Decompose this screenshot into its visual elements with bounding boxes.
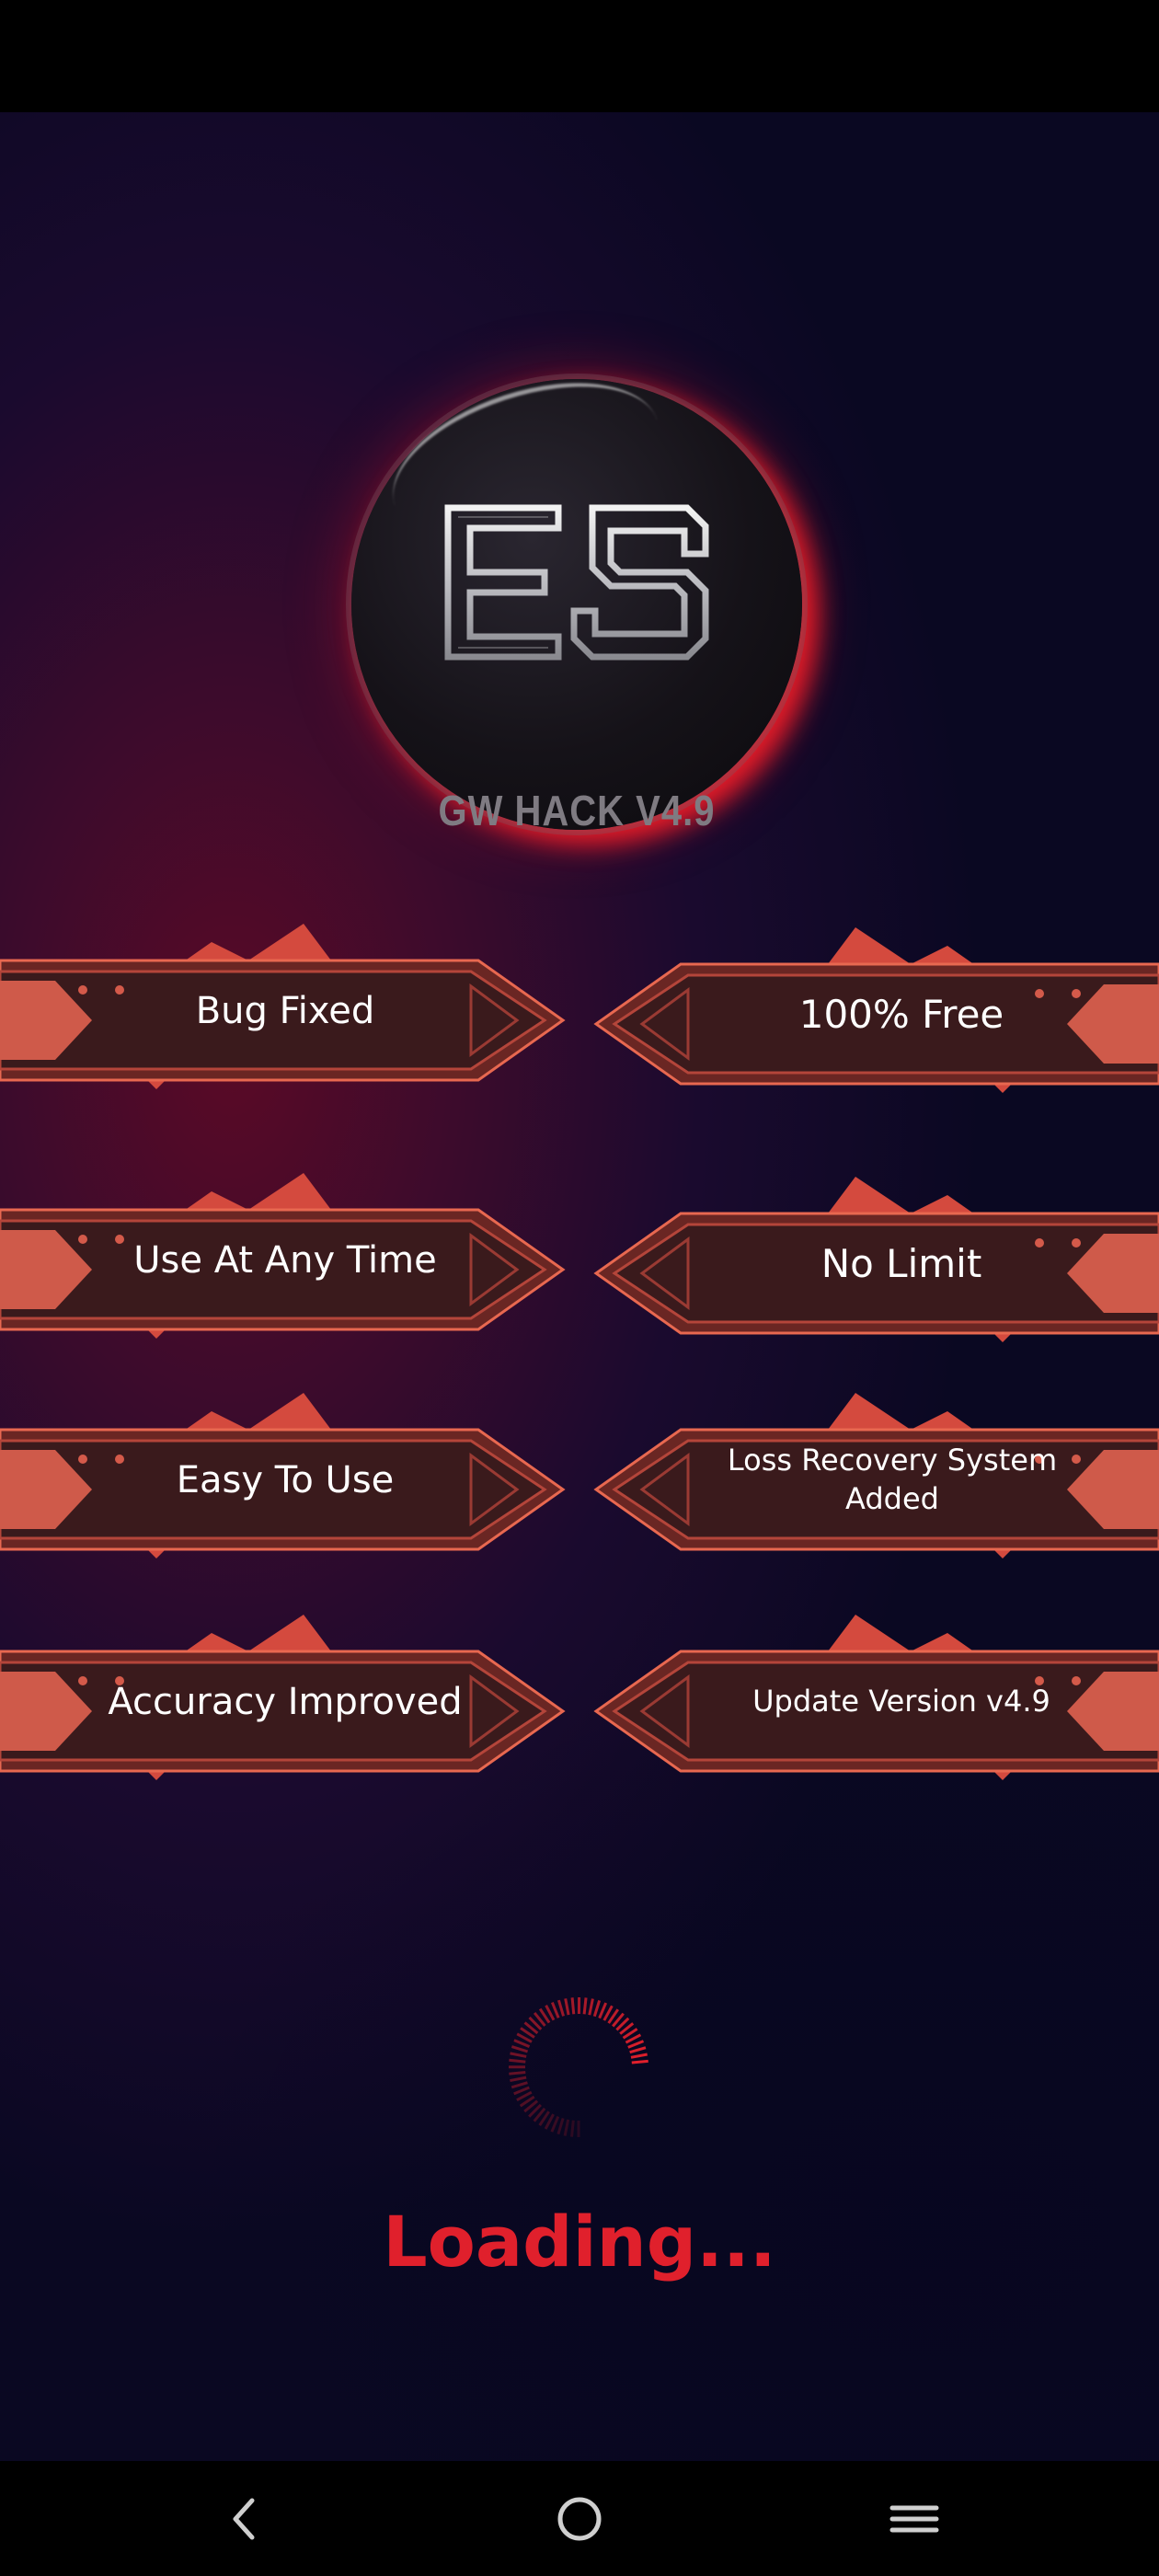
recents-button[interactable] xyxy=(850,2461,979,2576)
feature-label: No Limit xyxy=(820,1240,982,1286)
feature-label: Use At Any Time xyxy=(133,1239,437,1282)
es-monogram-icon xyxy=(444,504,709,661)
app-logo-subtitle: GW HACK V4.9 xyxy=(438,788,716,835)
recents-icon xyxy=(889,2505,939,2532)
feature-banner-loss-recovery: Loss Recovery System Added xyxy=(589,1374,1159,1586)
feature-banner-no-limit: No Limit xyxy=(589,1158,1159,1370)
back-button[interactable] xyxy=(180,2461,309,2576)
back-icon xyxy=(233,2498,255,2539)
feature-banner-easy-to-use: Easy To Use xyxy=(0,1374,570,1586)
feature-banner-use-any-time: Use At Any Time xyxy=(0,1155,570,1366)
feature-label: Update Version v4.9 xyxy=(752,1684,1050,1719)
feature-label: Loss Recovery System Added xyxy=(727,1443,1058,1516)
feature-label: Easy To Use xyxy=(176,1459,395,1501)
feature-banner-accuracy-improved: Accuracy Improved xyxy=(0,1596,570,1808)
splash-screen: GW HACK V4.9 Bug Fixed Use At Any Time E… xyxy=(0,112,1159,2461)
feature-label: 100% Free xyxy=(798,991,1004,1037)
feature-banner-free: 100% Free xyxy=(589,909,1159,1121)
feature-label: Bug Fixed xyxy=(195,990,375,1032)
feature-banner-bug-fixed: Bug Fixed xyxy=(0,905,570,1117)
app-logo: GW HACK V4.9 xyxy=(351,379,802,834)
home-button[interactable] xyxy=(515,2461,644,2576)
feature-banner-update-version: Update Version v4.9 xyxy=(589,1596,1159,1808)
loading-spinner-icon xyxy=(508,1996,648,2137)
system-navigation-bar xyxy=(0,2461,1159,2576)
loading-text: Loading... xyxy=(383,2201,776,2283)
home-icon xyxy=(557,2497,602,2540)
status-bar xyxy=(0,0,1159,112)
feature-label: Accuracy Improved xyxy=(108,1681,463,1723)
